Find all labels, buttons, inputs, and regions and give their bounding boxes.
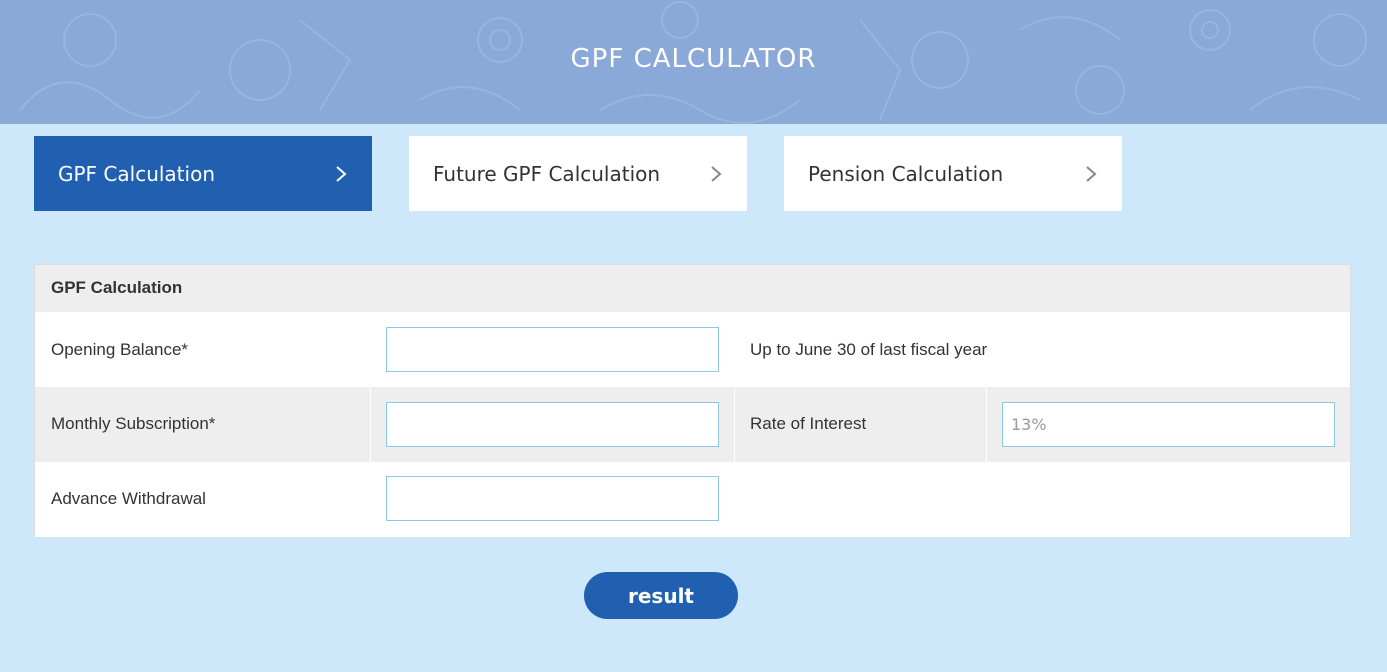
opening-balance-label: Opening Balance*: [51, 340, 189, 359]
advance-withdrawal-input[interactable]: [386, 476, 719, 521]
tab-label: Future GPF Calculation: [433, 161, 661, 186]
tab-future-gpf-calculation[interactable]: Future GPF Calculation: [409, 136, 747, 211]
tab-label: GPF Calculation: [58, 161, 215, 186]
form-title: GPF Calculation: [35, 265, 1350, 312]
monthly-subscription-label: Monthly Subscription*: [51, 414, 216, 433]
opening-balance-input[interactable]: [386, 327, 719, 372]
chevron-right-icon: [336, 166, 347, 182]
form-row-monthly-subscription: Monthly Subscription* Rate of Interest: [35, 387, 1350, 462]
gpf-form-panel: GPF Calculation Opening Balance* Up to J…: [34, 264, 1351, 537]
tab-gpf-calculation[interactable]: GPF Calculation: [34, 136, 372, 211]
result-button[interactable]: result: [584, 572, 738, 619]
opening-balance-note: Up to June 30 of last fiscal year: [750, 340, 988, 359]
chevron-right-icon: [1086, 166, 1097, 182]
rate-of-interest-label: Rate of Interest: [750, 414, 867, 433]
page-title: GPF CALCULATOR: [570, 44, 817, 74]
rate-of-interest-input[interactable]: [1002, 402, 1335, 447]
tab-label: Pension Calculation: [808, 161, 1004, 186]
chevron-right-icon: [711, 166, 722, 182]
page-header: GPF CALCULATOR: [0, 0, 1387, 124]
monthly-subscription-input[interactable]: [386, 402, 719, 447]
form-row-advance-withdrawal: Advance Withdrawal: [35, 462, 1350, 537]
tab-pension-calculation[interactable]: Pension Calculation: [784, 136, 1122, 211]
advance-withdrawal-label: Advance Withdrawal: [51, 489, 206, 508]
form-row-opening-balance: Opening Balance* Up to June 30 of last f…: [35, 312, 1350, 387]
